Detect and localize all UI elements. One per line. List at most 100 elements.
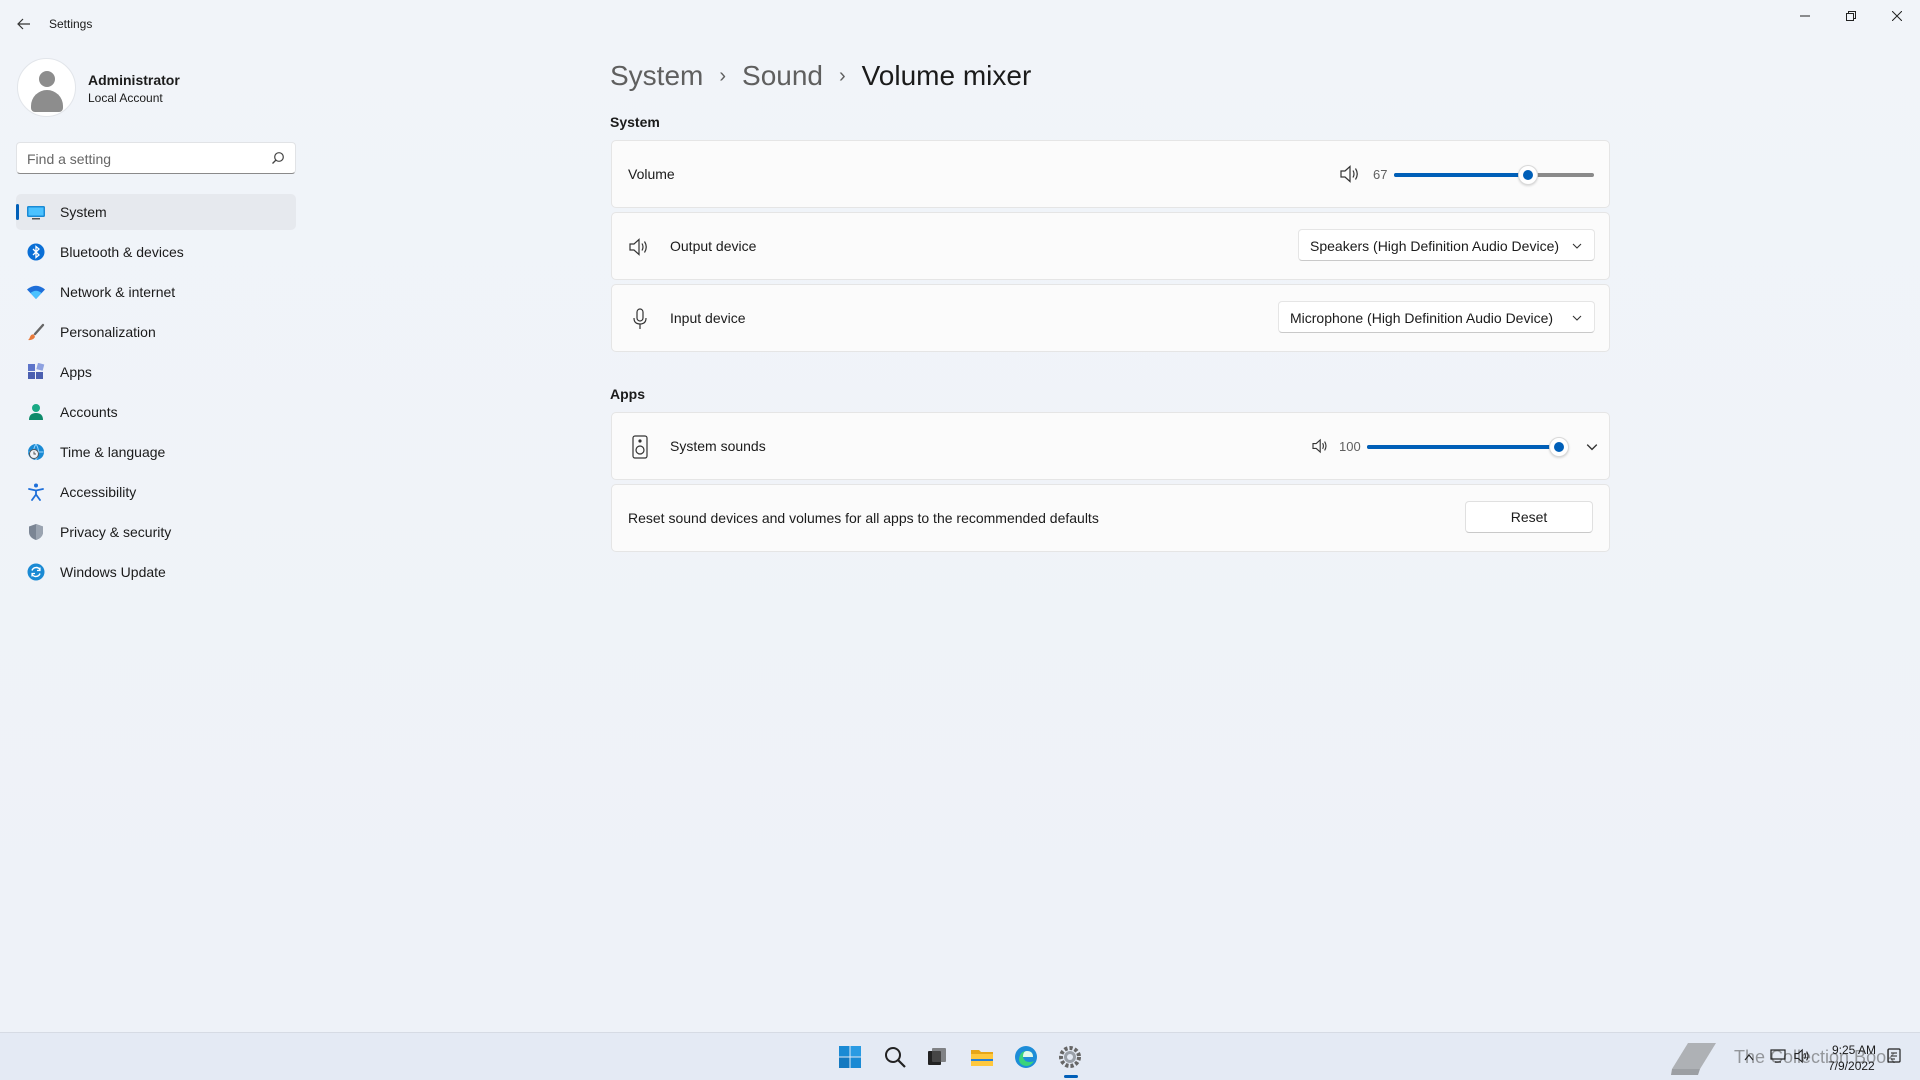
chevron-right-icon: › — [839, 64, 846, 87]
sidebar-item-windows-update[interactable]: Windows Update — [16, 554, 296, 590]
shield-icon — [26, 522, 46, 542]
sidebar-item-accounts[interactable]: Accounts — [16, 394, 296, 430]
back-button[interactable] — [10, 10, 38, 38]
sidebar-item-label: Bluetooth & devices — [60, 244, 184, 260]
accounts-icon — [26, 402, 46, 422]
breadcrumb-sound[interactable]: Sound — [742, 60, 823, 92]
reset-card: Reset sound devices and volumes for all … — [611, 484, 1610, 552]
sidebar-item-label: Apps — [60, 364, 92, 380]
speaker-icon[interactable] — [1340, 164, 1362, 184]
search-box[interactable] — [16, 142, 296, 174]
section-title-system: System — [610, 114, 660, 130]
sidebar-item-network[interactable]: Network & internet — [16, 274, 296, 310]
brush-icon — [26, 322, 46, 342]
volume-slider-fill — [1394, 173, 1528, 177]
sidebar-item-label: Privacy & security — [60, 524, 172, 540]
volume-card: Volume 67 — [611, 140, 1610, 208]
microphone-icon — [628, 307, 652, 331]
output-device-label: Output device — [670, 238, 757, 254]
edge-button[interactable] — [1010, 1041, 1042, 1073]
sidebar-item-label: Accessibility — [60, 484, 137, 500]
update-icon — [26, 562, 46, 582]
volume-tray-icon[interactable] — [1794, 1048, 1812, 1064]
sidebar-item-accessibility[interactable]: Accessibility — [16, 474, 296, 510]
start-button[interactable] — [834, 1041, 866, 1073]
sidebar-item-bluetooth[interactable]: Bluetooth & devices — [16, 234, 296, 270]
apps-icon — [26, 362, 46, 382]
file-explorer-icon — [971, 1050, 993, 1066]
taskbar-search-button[interactable] — [879, 1041, 911, 1073]
chevron-down-icon[interactable] — [1586, 441, 1598, 453]
output-device-value: Speakers (High Definition Audio Device) — [1310, 238, 1560, 254]
chevron-down-icon — [1572, 243, 1582, 249]
active-app-indicator — [1064, 1075, 1078, 1078]
breadcrumb: System › Sound › Volume mixer — [610, 56, 1031, 96]
sidebar-item-privacy[interactable]: Privacy & security — [16, 514, 296, 550]
user-profile[interactable]: Administrator Local Account — [17, 58, 297, 118]
task-view-button[interactable] — [921, 1041, 953, 1073]
input-device-card: Input device Microphone (High Definition… — [611, 284, 1610, 352]
sidebar-item-time-language[interactable]: Time & language — [16, 434, 296, 470]
book-watermark-icon — [1671, 1043, 1716, 1075]
system-sounds-value: 100 — [1339, 439, 1361, 454]
volume-slider[interactable] — [1394, 165, 1594, 185]
profile-name: Administrator — [88, 72, 180, 88]
network-icon[interactable] — [1770, 1048, 1788, 1064]
chevron-right-icon: › — [719, 64, 727, 87]
speaker-icon — [628, 235, 652, 259]
profile-account-type: Local Account — [88, 91, 163, 105]
file-explorer-button[interactable] — [966, 1041, 998, 1073]
volume-label: Volume — [628, 166, 675, 182]
system-sounds-slider-fill — [1367, 445, 1559, 449]
volume-value: 67 — [1373, 167, 1388, 182]
taskbar: The Collection Book 9:25 AM 7/9/2022 — [0, 1032, 1920, 1080]
title-bar: Settings — [0, 0, 1920, 48]
output-device-dropdown[interactable]: Speakers (High Definition Audio Device) — [1298, 229, 1595, 261]
system-sounds-slider[interactable] — [1367, 437, 1569, 457]
sidebar-item-apps[interactable]: Apps — [16, 354, 296, 390]
search-icon[interactable] — [271, 151, 285, 165]
search-input[interactable] — [27, 149, 257, 169]
clock-date[interactable]: 7/9/2022 — [1828, 1059, 1875, 1073]
minimize-button[interactable] — [1782, 0, 1828, 32]
sidebar-item-personalization[interactable]: Personalization — [16, 314, 296, 350]
close-icon — [1892, 11, 1902, 21]
settings-window: Settings Administrator Local Account Sys… — [0, 0, 1920, 1032]
sidebar-item-label: Network & internet — [60, 284, 176, 300]
reset-description: Reset sound devices and volumes for all … — [628, 510, 1099, 526]
input-device-value: Microphone (High Definition Audio Device… — [1290, 310, 1554, 326]
restore-icon — [1846, 11, 1856, 21]
sidebar-item-label: Accounts — [60, 404, 118, 420]
system-sounds-app-icon — [628, 435, 652, 459]
sidebar-item-label: Windows Update — [60, 564, 166, 580]
edge-icon — [1015, 1046, 1037, 1068]
clock-time[interactable]: 9:25 AM — [1832, 1043, 1876, 1057]
accessibility-icon — [26, 482, 46, 502]
restore-button[interactable] — [1828, 0, 1874, 32]
start-icon — [839, 1046, 861, 1068]
close-button[interactable] — [1874, 0, 1920, 32]
input-device-dropdown[interactable]: Microphone (High Definition Audio Device… — [1278, 301, 1595, 333]
section-title-apps: Apps — [610, 386, 645, 402]
avatar — [17, 58, 76, 117]
globe-clock-icon — [26, 442, 46, 462]
chevron-up-icon[interactable] — [1744, 1053, 1754, 1061]
breadcrumb-system[interactable]: System — [610, 60, 703, 92]
task-view-icon — [928, 1048, 946, 1065]
system-sounds-slider-thumb[interactable] — [1549, 437, 1569, 457]
wifi-icon — [26, 282, 46, 302]
search-icon — [885, 1047, 906, 1068]
speaker-icon[interactable] — [1312, 438, 1330, 454]
minimize-icon — [1800, 15, 1810, 17]
notifications-icon[interactable] — [1886, 1047, 1904, 1065]
sidebar-item-label: System — [60, 204, 107, 220]
volume-slider-thumb[interactable] — [1518, 165, 1538, 185]
settings-icon — [1059, 1046, 1081, 1068]
sidebar-nav: System Bluetooth & devices Network & int… — [16, 194, 296, 594]
system-sounds-card[interactable]: System sounds 100 — [611, 412, 1610, 480]
system-icon — [26, 202, 46, 222]
bluetooth-icon — [26, 242, 46, 262]
settings-taskbar-button[interactable] — [1054, 1041, 1086, 1073]
reset-button[interactable]: Reset — [1465, 501, 1593, 533]
sidebar-item-system[interactable]: System — [16, 194, 296, 230]
